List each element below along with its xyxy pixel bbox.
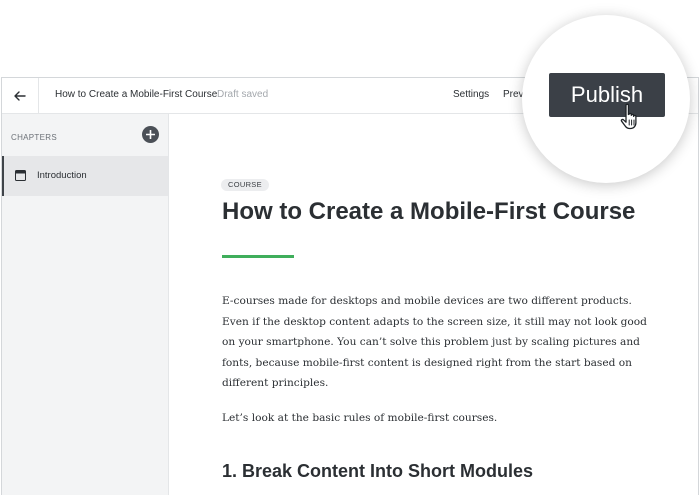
hand-pointer-icon xyxy=(620,103,637,130)
title-divider xyxy=(222,255,294,258)
layout-icon xyxy=(15,170,26,181)
plus-icon xyxy=(146,130,155,139)
section-heading[interactable]: 1. Break Content Into Short Modules xyxy=(222,461,533,482)
chapters-label: CHAPTERS xyxy=(11,133,57,142)
settings-button[interactable]: Settings xyxy=(453,89,489,100)
draft-status: Draft saved xyxy=(217,89,269,100)
sidebar-item-introduction[interactable]: Introduction xyxy=(2,156,168,196)
course-badge: COURSE xyxy=(221,179,269,191)
add-chapter-button[interactable] xyxy=(142,126,159,143)
magnifier-callout: Publish xyxy=(522,15,690,183)
chapters-sidebar: CHAPTERS Introduction xyxy=(2,114,169,495)
back-button[interactable] xyxy=(2,78,39,113)
arrow-left-icon xyxy=(14,90,26,101)
body-paragraph[interactable]: Let’s look at the basic rules of mobile-… xyxy=(222,408,662,429)
body-paragraph[interactable]: E-courses made for desktops and mobile d… xyxy=(222,291,662,394)
page-title[interactable]: How to Create a Mobile-First Course xyxy=(222,198,635,226)
publish-button[interactable]: Publish xyxy=(549,73,665,117)
sidebar-item-label: Introduction xyxy=(37,170,87,181)
course-title[interactable]: How to Create a Mobile-First Course xyxy=(55,89,217,100)
